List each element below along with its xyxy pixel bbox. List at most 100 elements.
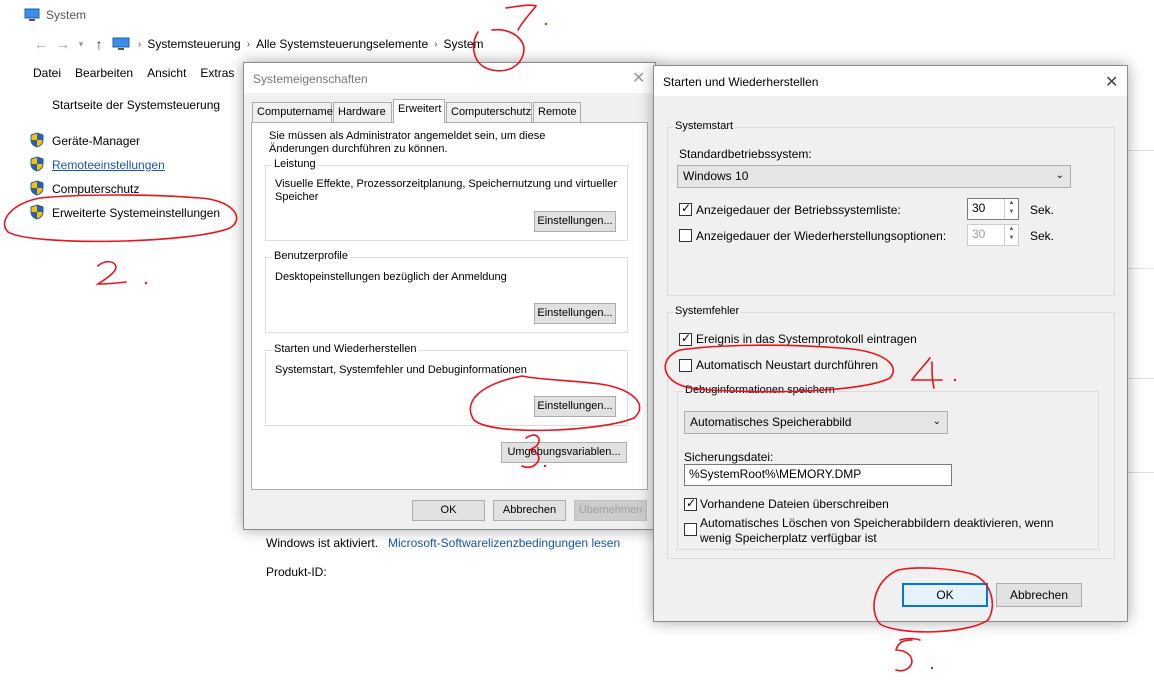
- show-recovery-stepper[interactable]: 30 ▲ ▼: [967, 224, 1019, 246]
- back-arrow-icon[interactable]: ←: [30, 36, 52, 52]
- menu-ansicht[interactable]: Ansicht: [140, 64, 193, 82]
- group-description: Visuelle Effekte, Prozessorzeitplanung, …: [275, 178, 618, 203]
- default-os-label: Standardbetriebssystem:: [679, 147, 812, 161]
- menu-datei[interactable]: Datei: [26, 64, 68, 82]
- chevron-down-icon: ⌄: [1055, 170, 1064, 181]
- show-list-checkbox[interactable]: [679, 201, 692, 216]
- log-event-checkbox[interactable]: [679, 331, 692, 346]
- group-label: Benutzerprofile: [272, 250, 350, 262]
- dump-file-input[interactable]: %SystemRoot%\MEMORY.DMP: [684, 464, 952, 486]
- breadcrumb-systemsteuerung[interactable]: Systemsteuerung: [147, 37, 240, 51]
- show-list-stepper[interactable]: 30 ▲ ▼: [967, 198, 1019, 220]
- group-label: Systemfehler: [673, 305, 742, 317]
- sidebar-item-label[interactable]: Computerschutz: [52, 182, 139, 196]
- sidebar-item-label[interactable]: Erweiterte Systemeinstellungen: [52, 206, 220, 220]
- divider: [1128, 150, 1154, 151]
- group-label: Debuginformationen speichern: [683, 384, 837, 396]
- seconds-unit: Sek.: [1030, 229, 1055, 243]
- history-chevron-icon[interactable]: ▾: [74, 39, 88, 50]
- sidebar-item-remote[interactable]: [30, 156, 44, 175]
- debug-type-value: Automatisches Speicherabbild: [690, 415, 852, 429]
- uac-shield-icon: [30, 132, 44, 148]
- auto-restart-checkbox[interactable]: [679, 359, 692, 372]
- divider: [1128, 268, 1154, 269]
- system-monitor-icon: [24, 8, 40, 21]
- uac-shield-icon: [30, 204, 44, 220]
- chevron-down-icon: ⌄: [932, 416, 941, 427]
- menu-bar: Datei Bearbeiten Ansicht Extras: [26, 64, 241, 82]
- divider: [1128, 472, 1154, 473]
- annotation-digit-2: [95, 260, 127, 285]
- log-event-label: Ereignis in das Systemprotokoll eintrage…: [696, 332, 917, 346]
- show-recovery-label: Anzeigedauer der Wiederherstellungsoptio…: [696, 229, 947, 243]
- overwrite-label: Vorhandene Dateien überschreiben: [700, 497, 889, 511]
- breadcrumb-system[interactable]: System: [444, 37, 484, 51]
- close-icon[interactable]: ✕: [1105, 72, 1118, 91]
- spin-arrows-icon[interactable]: ▲ ▼: [1004, 199, 1018, 219]
- tab-computerschutz[interactable]: Computerschutz: [446, 102, 532, 122]
- license-link[interactable]: Microsoft-Softwarelizenzbedingungen lese…: [388, 536, 620, 550]
- group-label: Starten und Wiederherstellen: [272, 343, 419, 355]
- tab-hardware[interactable]: Hardware: [333, 102, 392, 122]
- dialog-title: Starten und Wiederherstellen: [663, 75, 819, 89]
- breadcrumb-alle-elemente[interactable]: Alle Systemsteuerungselemente: [256, 37, 428, 51]
- show-list-value: 30: [972, 201, 986, 215]
- menu-bearbeiten[interactable]: Bearbeiten: [68, 64, 140, 82]
- seconds-unit: Sek.: [1030, 203, 1055, 217]
- show-recovery-value: 30: [972, 227, 986, 241]
- profile-settings-button[interactable]: Einstellungen...: [534, 303, 616, 324]
- group-label: Systemstart: [673, 120, 736, 132]
- sidebar-item-geraete-manager[interactable]: [30, 132, 44, 151]
- menu-extras[interactable]: Extras: [193, 64, 241, 82]
- sidebar-home-link[interactable]: Startseite der Systemsteuerung: [52, 98, 220, 112]
- show-recovery-checkbox[interactable]: [679, 229, 692, 242]
- breadcrumb-separator-icon: ›: [138, 38, 142, 50]
- up-arrow-icon[interactable]: ↑: [88, 36, 110, 52]
- divider: [1128, 378, 1154, 379]
- debug-type-select[interactable]: Automatisches Speicherabbild ⌄: [684, 411, 948, 434]
- close-icon[interactable]: ✕: [632, 68, 645, 87]
- group-label: Leistung: [272, 158, 318, 170]
- spin-arrows-icon[interactable]: ▲ ▼: [1004, 225, 1018, 245]
- controlpanel-icon: [112, 37, 130, 50]
- tab-erweitert[interactable]: Erweitert: [393, 99, 445, 123]
- default-os-select[interactable]: Windows 10 ⌄: [677, 165, 1071, 188]
- annotation-digit-1: [505, 4, 538, 31]
- leistung-settings-button[interactable]: Einstellungen...: [534, 211, 616, 232]
- auto-restart-label: Automatisch Neustart durchführen: [696, 358, 879, 372]
- sysprops-apply-button[interactable]: Übernehmen: [574, 500, 647, 521]
- annotation-digit-5: [894, 637, 921, 672]
- product-id-label: Produkt-ID:: [266, 565, 327, 579]
- startrecovery-ok-button[interactable]: OK: [902, 583, 988, 607]
- group-description: Desktopeinstellungen bezüglich der Anmel…: [275, 271, 507, 283]
- default-os-value: Windows 10: [683, 169, 749, 183]
- show-list-label: Anzeigedauer der Betriebssystemliste:: [696, 203, 901, 217]
- environment-variables-button[interactable]: Umgebungsvariablen...: [501, 442, 627, 463]
- window-titlebar: System: [24, 8, 86, 22]
- uac-shield-icon: [30, 156, 44, 172]
- tab-computername[interactable]: Computername: [252, 102, 333, 122]
- admin-note: Sie müssen als Administrator angemeldet …: [269, 130, 546, 155]
- uac-shield-icon: [30, 180, 44, 196]
- disable-auto-delete-checkbox[interactable]: [684, 523, 697, 536]
- sysprops-ok-button[interactable]: OK: [412, 500, 485, 521]
- sidebar-item-computerschutz[interactable]: [30, 180, 44, 199]
- group-description: Systemstart, Systemfehler und Debuginfor…: [275, 364, 527, 376]
- startrecovery-cancel-button[interactable]: Abbrechen: [996, 583, 1082, 607]
- sysprops-cancel-button[interactable]: Abbrechen: [493, 500, 566, 521]
- dump-file-label: Sicherungsdatei:: [684, 450, 774, 464]
- tab-remote[interactable]: Remote: [533, 102, 581, 122]
- window-title: System: [46, 8, 87, 22]
- overwrite-checkbox[interactable]: [684, 496, 697, 511]
- sidebar-item-erweitert[interactable]: [30, 204, 44, 223]
- sidebar-item-label[interactable]: Remoteeinstellungen: [52, 158, 165, 172]
- sidebar-item-label[interactable]: Geräte-Manager: [52, 134, 140, 148]
- address-bar: ← → ▾ ↑ › Systemsteuerung › Alle Systems…: [30, 32, 1154, 56]
- breadcrumb-separator-icon: ›: [434, 38, 438, 50]
- forward-arrow-icon[interactable]: →: [52, 36, 74, 52]
- activation-status: Windows ist aktiviert.: [266, 536, 379, 550]
- disable-auto-delete-label: Automatisches Löschen von Speicherabbild…: [700, 516, 1054, 545]
- breadcrumb-separator-icon: ›: [246, 38, 251, 50]
- startup-settings-button[interactable]: Einstellungen...: [534, 396, 616, 417]
- dialog-title: Systemeigenschaften: [253, 72, 368, 86]
